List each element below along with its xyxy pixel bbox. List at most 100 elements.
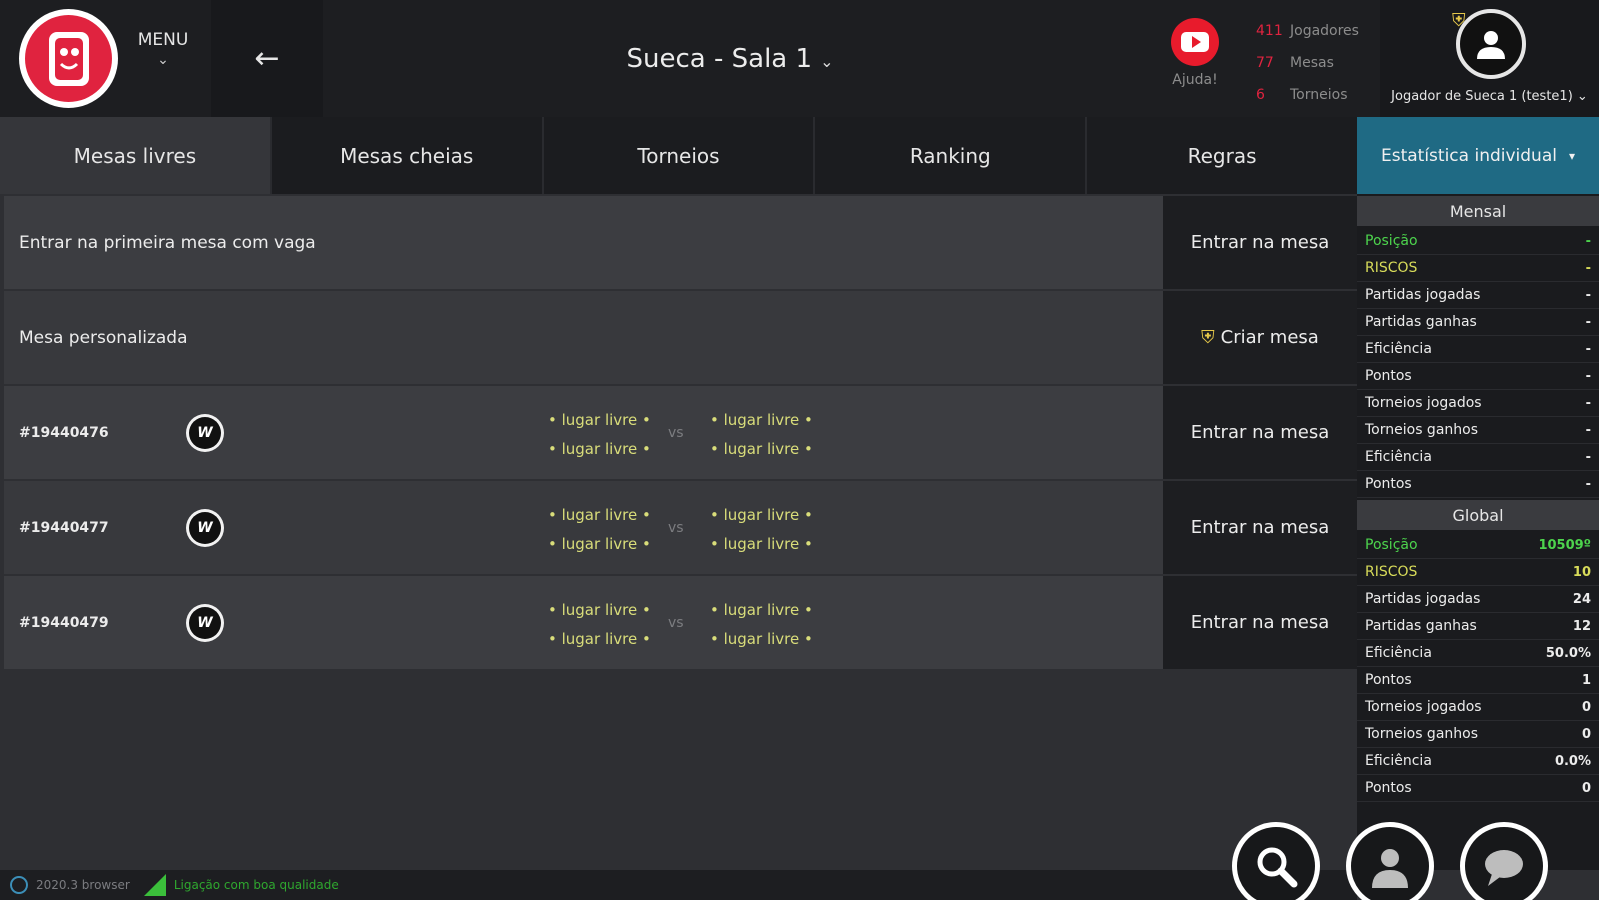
online-stats: 411 Jogadores 77 Mesas 6 Torneios [1256,15,1386,111]
vs-label: vs [668,424,684,441]
table-row: #19440476 W • lugar livre • • lugar livr… [4,386,1357,479]
stat-tournaments-count: 6 [1256,87,1265,103]
stat-key: Pontos [1365,476,1412,492]
vs-label: vs [668,519,684,536]
stat-value: 0 [1581,699,1591,715]
help-button[interactable]: Ajuda! [1165,18,1225,88]
stat-value: 50.0% [1545,645,1591,661]
tab-ranking[interactable]: Ranking [815,117,1088,194]
seat-free[interactable]: • lugar livre • [548,406,651,435]
table-row: #19440479 W • lugar livre • • lugar livr… [4,576,1357,669]
stat-row: Pontos - [1357,471,1599,498]
stat-players: 411 Jogadores [1256,15,1386,47]
user-icon [1372,849,1408,888]
user-menu[interactable]: ⛨ Jogador de Sueca 1 (teste1) ⌄ [1380,0,1599,117]
stat-row: Pontos 0 [1357,775,1599,802]
stat-value: - [1585,314,1591,330]
stat-value: - [1585,368,1591,384]
seat-free[interactable]: • lugar livre • [548,435,651,464]
table-id: #19440479 [19,614,109,631]
enter-table-button[interactable]: Entrar na mesa [1163,576,1357,669]
individual-stats-dropdown[interactable]: Estatística individual ▾ [1357,117,1599,194]
app-logo[interactable] [19,9,118,108]
chevron-down-icon: ▾ [1568,148,1576,163]
stat-players-count: 411 [1256,23,1283,39]
menu-label: MENU [137,30,189,50]
stat-row: Posição 10509º [1357,532,1599,559]
seat-free[interactable]: • lugar livre • [710,435,813,464]
seat-free[interactable]: • lugar livre • [548,625,651,654]
seat-free[interactable]: • lugar livre • [710,406,813,435]
globe-icon [10,876,28,894]
stat-key: Eficiência [1365,753,1432,769]
tab-tournaments[interactable]: Torneios [544,117,816,194]
seat-free[interactable]: • lugar livre • [710,625,813,654]
stat-tables-label: Mesas [1290,55,1334,71]
search-icon [1257,847,1298,888]
seat-free[interactable]: • lugar livre • [710,501,813,530]
monthly-header: Mensal [1357,196,1599,226]
seat-free[interactable]: • lugar livre • [548,596,651,625]
seat-free[interactable]: • lugar livre • [548,530,651,559]
top-header: MENU ⌄ ← Sueca - Sala 1 ⌄ Ajuda! 411 Joga… [0,0,1599,117]
enter-table-button[interactable]: Entrar na mesa [1163,481,1357,574]
stat-row: Partidas jogadas 24 [1357,586,1599,613]
stat-players-label: Jogadores [1290,23,1359,39]
signal-icon [143,874,166,896]
user-icon [1477,31,1505,59]
profile-button[interactable] [1346,822,1434,900]
stat-value: 0.0% [1554,753,1591,769]
stat-key: Torneios ganhos [1365,726,1479,742]
custom-table-label: Mesa personalizada [19,327,188,348]
list-item: Mesa personalizada ⛨ Criar mesa [4,291,1357,384]
list-item: Entrar na primeira mesa com vaga Entrar … [4,196,1357,289]
stat-value: 1 [1581,672,1591,688]
stat-key: Partidas ganhas [1365,618,1477,634]
seat-free[interactable]: • lugar livre • [710,596,813,625]
tab-rules[interactable]: Regras [1087,117,1357,194]
search-button[interactable] [1232,822,1320,900]
help-label: Ajuda! [1172,72,1218,88]
enter-first-table-button[interactable]: Entrar na mesa [1163,196,1357,289]
stat-value: 0 [1581,726,1591,742]
first-table-label: Entrar na primeira mesa com vaga [19,232,316,253]
stat-tables-count: 77 [1256,55,1274,71]
table-type-icon: W [186,414,224,452]
stat-row: Torneios jogados 0 [1357,694,1599,721]
table-type-icon: W [186,604,224,642]
avatar[interactable] [1456,9,1526,79]
stat-value: - [1585,422,1591,438]
room-selector[interactable]: Sueca - Sala 1 ⌄ [600,44,860,74]
tables-list: Entrar na primeira mesa com vaga Entrar … [4,196,1357,671]
menu-button[interactable]: MENU ⌄ [128,30,198,68]
room-title: Sueca - Sala 1 [626,44,813,74]
tab-bar: Mesas livres Mesas cheias Torneios Ranki… [0,117,1357,194]
stat-row: Eficiência 50.0% [1357,640,1599,667]
seat-free[interactable]: • lugar livre • [548,501,651,530]
stat-value: - [1585,449,1591,465]
enter-table-button[interactable]: Entrar na mesa [1163,386,1357,479]
stat-row: Posição - [1357,228,1599,255]
tab-free-tables[interactable]: Mesas livres [0,117,272,194]
tab-full-tables[interactable]: Mesas cheias [272,117,544,194]
team-b-seats: • lugar livre • • lugar livre • [710,501,813,559]
back-button[interactable]: ← [211,0,323,117]
status-bar: 2020.3 browser Ligação com boa qualidade [0,870,1357,900]
stat-key: Eficiência [1365,449,1432,465]
stat-value: 12 [1572,618,1591,634]
stat-row: Torneios jogados - [1357,390,1599,417]
version-info: 2020.3 browser [10,876,130,894]
stat-key: Partidas jogadas [1365,591,1481,607]
monthly-stats: Posição - RISCOS - Partidas jogadas - Partidas… [1357,228,1599,498]
team-a-seats: • lugar livre • • lugar livre • [548,501,651,559]
stat-row: RISCOS - [1357,255,1599,282]
stat-value: - [1585,287,1591,303]
stat-row: Torneios ganhos - [1357,417,1599,444]
stats-panel: Mensal Posição - RISCOS - Partidas jogadas - P… [1357,194,1599,870]
individual-stats-label: Estatística individual [1380,145,1557,166]
create-table-button[interactable]: ⛨ Criar mesa [1163,291,1357,384]
seat-free[interactable]: • lugar livre • [710,530,813,559]
stat-value: - [1585,233,1591,249]
chat-button[interactable] [1460,822,1548,900]
stat-value: - [1585,395,1591,411]
